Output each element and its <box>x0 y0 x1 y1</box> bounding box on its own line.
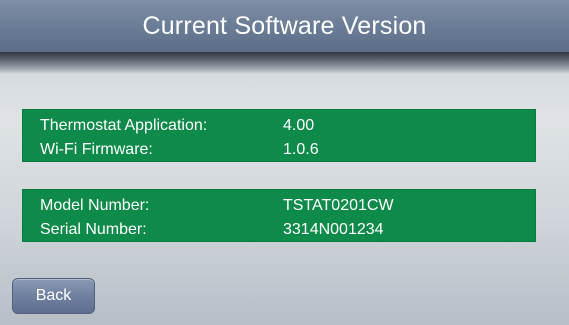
device-info-panel: Model Number: TSTAT0201CW Serial Number:… <box>22 189 536 242</box>
model-number-row: Model Number: TSTAT0201CW <box>23 195 535 217</box>
title-bar-shadow <box>0 52 569 74</box>
thermostat-application-value: 4.00 <box>283 117 315 134</box>
serial-number-label: Serial Number: <box>40 221 147 238</box>
title-bar: Current Software Version <box>0 0 569 52</box>
serial-number-value: 3314N001234 <box>283 221 384 238</box>
serial-number-row: Serial Number: 3314N001234 <box>23 219 535 241</box>
thermostat-application-row: Thermostat Application: 4.00 <box>23 115 535 137</box>
page-title: Current Software Version <box>142 11 427 40</box>
back-button[interactable]: Back <box>12 278 95 314</box>
software-version-screen: Current Software Version Thermostat Appl… <box>0 0 569 325</box>
wifi-firmware-label: Wi-Fi Firmware: <box>40 141 153 158</box>
model-number-label: Model Number: <box>40 197 150 214</box>
model-number-value: TSTAT0201CW <box>283 197 394 214</box>
wifi-firmware-value: 1.0.6 <box>283 141 319 158</box>
wifi-firmware-row: Wi-Fi Firmware: 1.0.6 <box>23 139 535 161</box>
software-info-panel: Thermostat Application: 4.00 Wi-Fi Firmw… <box>22 109 536 162</box>
thermostat-application-label: Thermostat Application: <box>40 117 208 134</box>
